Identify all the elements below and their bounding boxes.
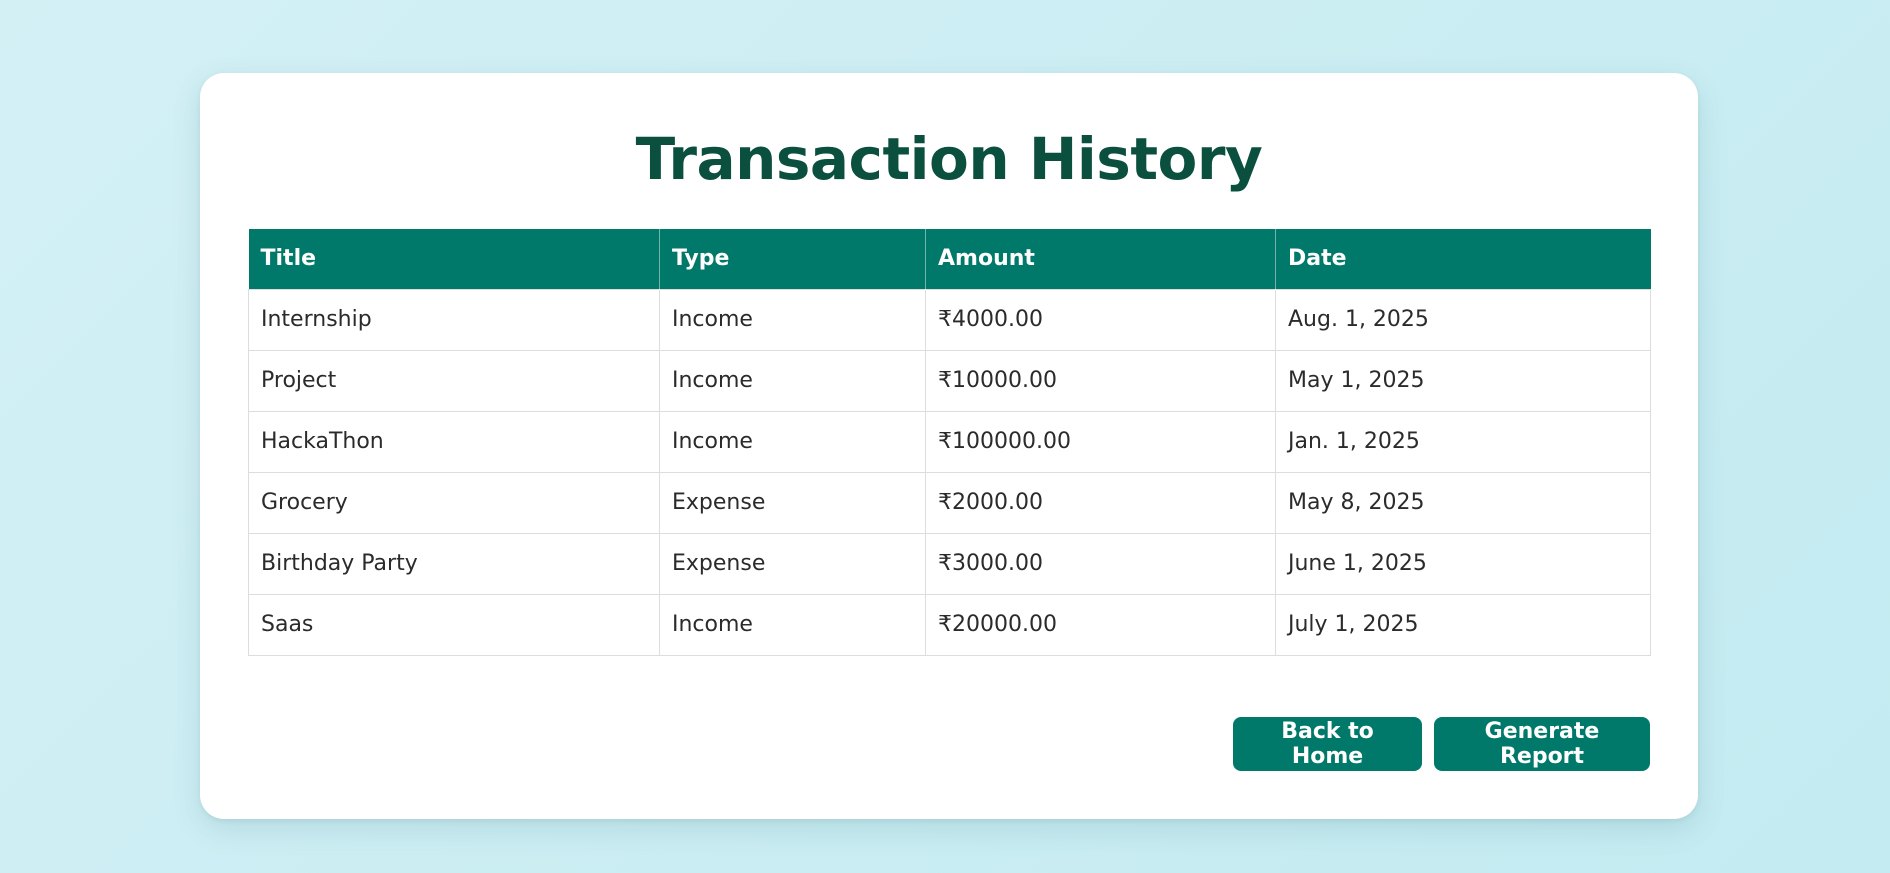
column-header-type: Type — [659, 229, 926, 289]
cell-type: Expense — [659, 471, 926, 534]
table-row: Birthday Party Expense ₹3000.00 June 1, … — [248, 532, 1651, 595]
cell-type: Income — [659, 593, 926, 656]
cell-date: May 8, 2025 — [1275, 471, 1651, 534]
action-buttons: Back to Home Generate Report — [1233, 717, 1650, 771]
table-row: Project Income ₹10000.00 May 1, 2025 — [248, 349, 1651, 412]
transactions-table: Title Type Amount Date Internship Income… — [248, 229, 1651, 656]
cell-amount: ₹4000.00 — [925, 288, 1276, 351]
column-header-amount: Amount — [925, 229, 1276, 289]
cell-type: Income — [659, 410, 926, 473]
table-row: Internship Income ₹4000.00 Aug. 1, 2025 — [248, 288, 1651, 351]
cell-title: Project — [248, 349, 660, 412]
page-title: Transaction History — [635, 125, 1263, 193]
cell-amount: ₹2000.00 — [925, 471, 1276, 534]
generate-report-button[interactable]: Generate Report — [1434, 717, 1650, 771]
cell-type: Income — [659, 349, 926, 412]
column-header-date: Date — [1275, 229, 1651, 289]
cell-date: May 1, 2025 — [1275, 349, 1651, 412]
table-row: Saas Income ₹20000.00 July 1, 2025 — [248, 593, 1651, 656]
cell-title: HackaThon — [248, 410, 660, 473]
cell-type: Income — [659, 288, 926, 351]
cell-date: July 1, 2025 — [1275, 593, 1651, 656]
cell-amount: ₹20000.00 — [925, 593, 1276, 656]
cell-title: Internship — [248, 288, 660, 351]
cell-title: Saas — [248, 593, 660, 656]
cell-type: Expense — [659, 532, 926, 595]
table-header-row: Title Type Amount Date — [248, 229, 1651, 289]
back-to-home-button[interactable]: Back to Home — [1233, 717, 1422, 771]
cell-amount: ₹3000.00 — [925, 532, 1276, 595]
table-row: Grocery Expense ₹2000.00 May 8, 2025 — [248, 471, 1651, 534]
column-header-title: Title — [248, 229, 660, 289]
cell-title: Grocery — [248, 471, 660, 534]
table-row: HackaThon Income ₹100000.00 Jan. 1, 2025 — [248, 410, 1651, 473]
cell-date: June 1, 2025 — [1275, 532, 1651, 595]
cell-amount: ₹10000.00 — [925, 349, 1276, 412]
cell-title: Birthday Party — [248, 532, 660, 595]
transaction-card: Transaction History Title Type Amount Da… — [200, 73, 1698, 819]
cell-amount: ₹100000.00 — [925, 410, 1276, 473]
cell-date: Aug. 1, 2025 — [1275, 288, 1651, 351]
cell-date: Jan. 1, 2025 — [1275, 410, 1651, 473]
